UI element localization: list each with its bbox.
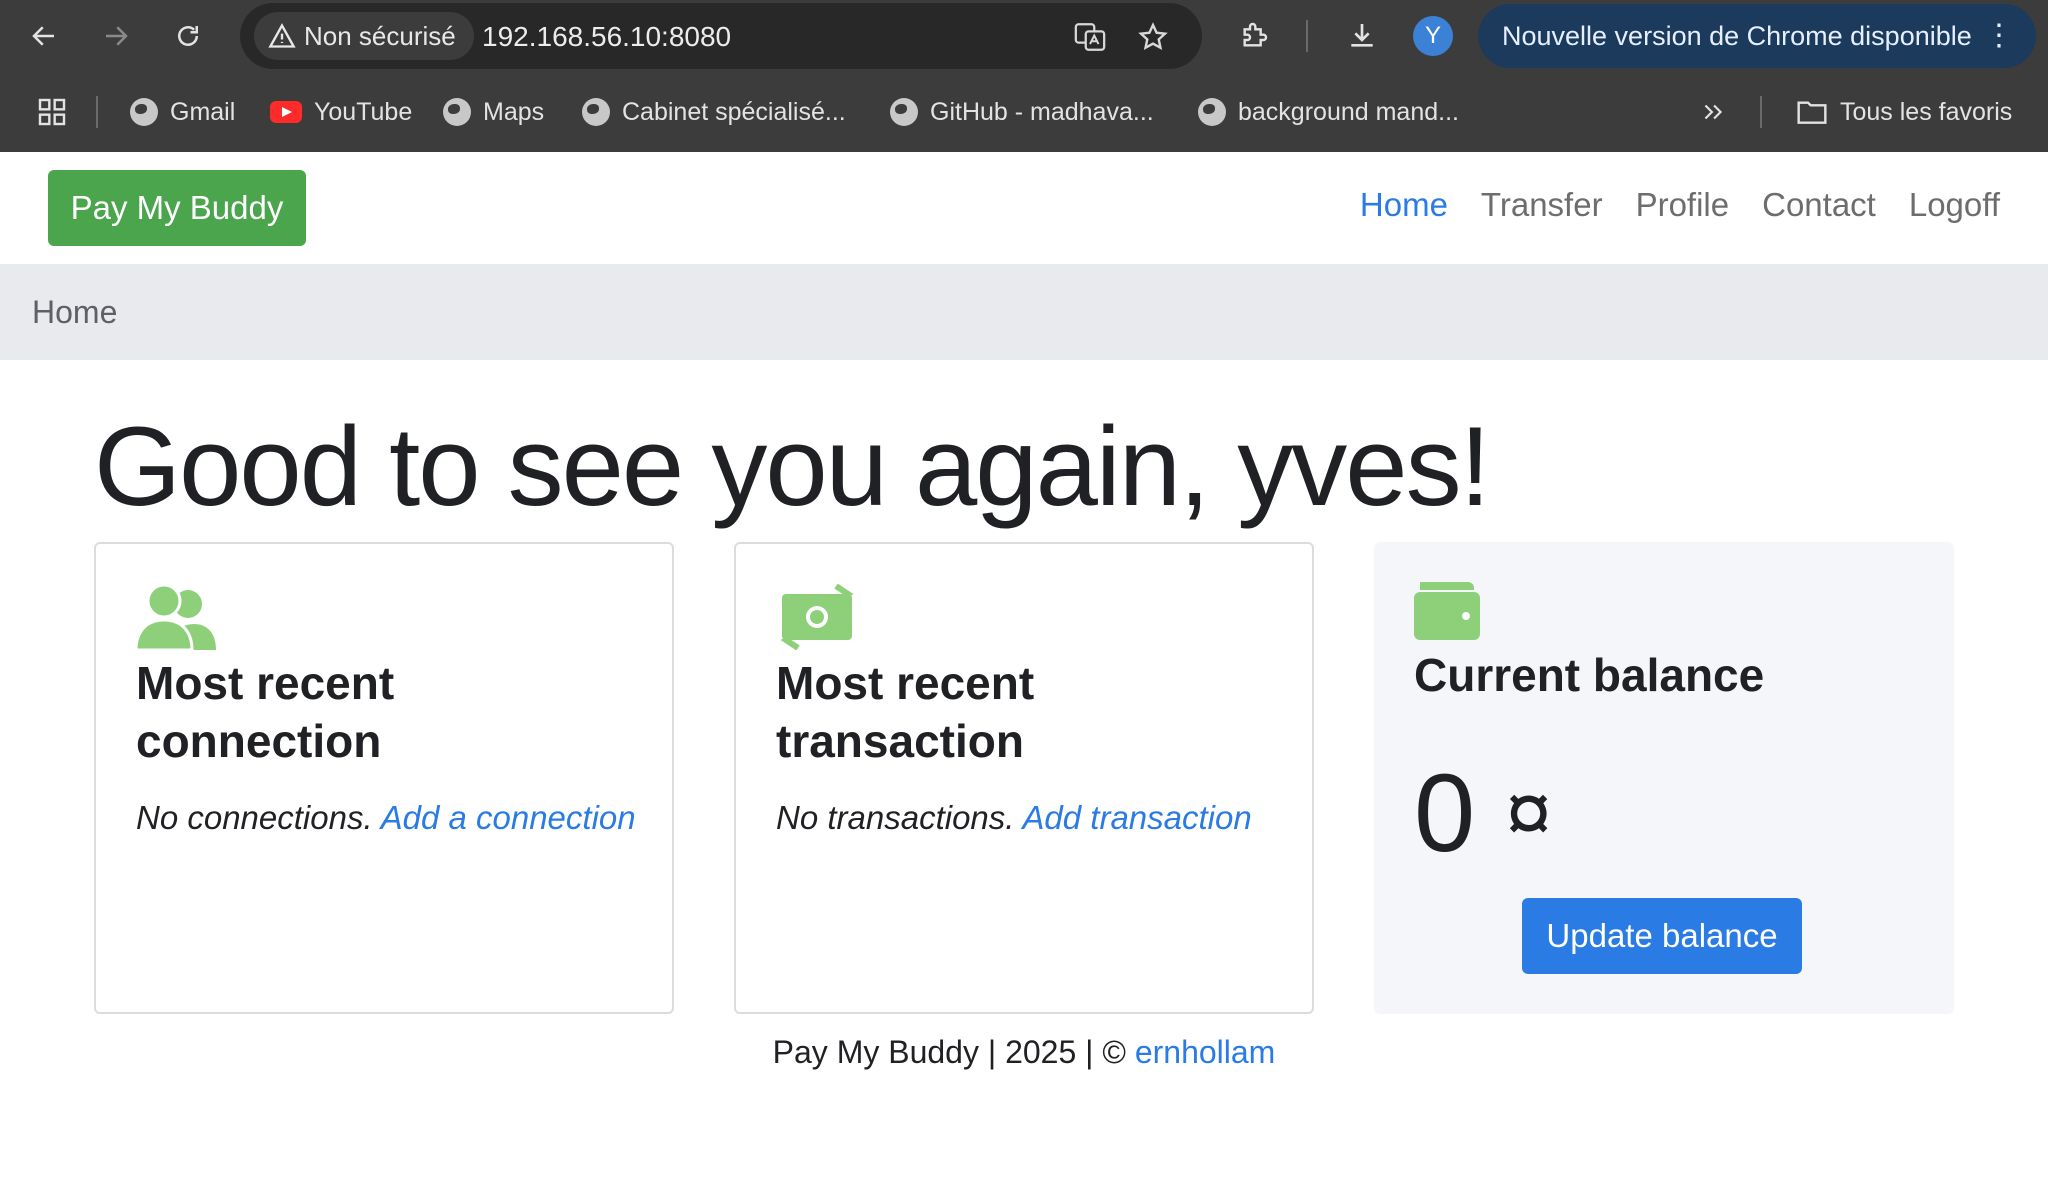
- bookmark-star-icon[interactable]: [1133, 17, 1173, 57]
- chrome-update-button[interactable]: Nouvelle version de Chrome disponible ⋮: [1478, 4, 2036, 68]
- currency-symbol: ¤: [1505, 766, 1552, 860]
- apps-grid-icon[interactable]: [36, 94, 68, 130]
- security-chip[interactable]: Non sécurisé: [254, 12, 474, 60]
- connection-card: Most recent connection No connections. A…: [94, 542, 674, 1014]
- nav-logoff[interactable]: Logoff: [1909, 186, 2000, 224]
- no-transactions-text: No transactions.: [776, 799, 1015, 836]
- nav-profile[interactable]: Profile: [1636, 186, 1730, 224]
- forward-icon[interactable]: [94, 14, 138, 58]
- app-navbar: Pay My Buddy Home Transfer Profile Conta…: [0, 152, 2048, 264]
- all-bookmarks-folder[interactable]: Tous les favoris: [1796, 94, 2012, 130]
- address-bar[interactable]: Non sécurisé 192.168.56.10:8080: [240, 3, 1202, 69]
- bookmark-gmail[interactable]: Gmail: [130, 94, 235, 130]
- back-icon[interactable]: [22, 14, 66, 58]
- nav-home[interactable]: Home: [1360, 186, 1448, 224]
- page-title: Good to see you again, yves!: [94, 404, 1491, 529]
- bookmarks-divider-right: [1760, 96, 1762, 128]
- bookmark-background[interactable]: background mand...: [1198, 94, 1459, 130]
- brand-logo-button[interactable]: Pay My Buddy: [48, 170, 306, 246]
- balance-amount: 0 ¤: [1414, 750, 1552, 877]
- nav-transfer[interactable]: Transfer: [1481, 186, 1603, 224]
- globe-icon: [443, 98, 471, 126]
- globe-icon: [890, 98, 918, 126]
- chrome-update-label: Nouvelle version de Chrome disponible: [1502, 20, 1972, 51]
- transaction-card: Most recent transaction No transactions.…: [734, 542, 1314, 1014]
- add-transaction-link[interactable]: Add transaction: [1022, 799, 1251, 836]
- breadcrumb-current: Home: [32, 294, 118, 330]
- warning-icon: [268, 23, 296, 48]
- globe-icon: [130, 98, 158, 126]
- url-text[interactable]: 192.168.56.10:8080: [482, 21, 731, 53]
- footer-text: Pay My Buddy | 2025 | ©: [772, 1034, 1126, 1070]
- bookmark-cabinet[interactable]: Cabinet spécialisé...: [582, 94, 846, 130]
- kebab-menu-icon[interactable]: ⋮: [1984, 18, 2014, 54]
- no-connections-text: No connections.: [136, 799, 373, 836]
- update-balance-button[interactable]: Update balance: [1522, 898, 1802, 974]
- bookmarks-bar: Gmail YouTube Maps Cabinet spécialisé...…: [0, 72, 2048, 152]
- toolbar-divider: [1306, 20, 1308, 52]
- money-transfer-icon: [776, 583, 858, 655]
- transaction-card-title: Most recent transaction: [776, 657, 1035, 767]
- breadcrumb: Home: [0, 264, 2048, 360]
- bookmarks-divider: [96, 96, 98, 128]
- users-icon: [134, 583, 216, 655]
- transaction-card-body: No transactions. Add transaction: [776, 794, 1276, 842]
- bookmark-youtube[interactable]: YouTube: [270, 94, 412, 130]
- more-bookmarks-icon[interactable]: [1700, 94, 1726, 130]
- footer: Pay My Buddy | 2025 | © ernhollam: [0, 1034, 2048, 1071]
- bookmark-github[interactable]: GitHub - madhava...: [890, 94, 1154, 130]
- profile-avatar[interactable]: Y: [1413, 16, 1453, 56]
- browser-toolbar: Non sécurisé 192.168.56.10:8080 Y Nouvel…: [0, 0, 2048, 72]
- nav-links: Home Transfer Profile Contact Logoff: [1360, 186, 2000, 224]
- translate-icon[interactable]: [1070, 17, 1110, 57]
- youtube-icon: [270, 101, 302, 123]
- balance-card: Current balance 0 ¤ Update balance: [1374, 542, 1954, 1014]
- extensions-icon[interactable]: [1232, 14, 1276, 58]
- bookmark-maps[interactable]: Maps: [443, 94, 544, 130]
- balance-value: 0: [1414, 752, 1476, 875]
- balance-card-title: Current balance: [1414, 649, 1765, 701]
- wallet-icon: [1414, 582, 1480, 645]
- globe-icon: [1198, 98, 1226, 126]
- folder-icon: [1797, 101, 1827, 124]
- globe-icon: [582, 98, 610, 126]
- connection-card-body: No connections. Add a connection: [136, 794, 636, 842]
- reload-icon[interactable]: [166, 14, 210, 58]
- security-label: Non sécurisé: [304, 20, 456, 51]
- footer-author-link[interactable]: ernhollam: [1135, 1034, 1276, 1070]
- download-icon[interactable]: [1340, 14, 1384, 58]
- add-connection-link[interactable]: Add a connection: [381, 799, 636, 836]
- connection-card-title: Most recent connection: [136, 657, 395, 767]
- nav-contact[interactable]: Contact: [1762, 186, 1876, 224]
